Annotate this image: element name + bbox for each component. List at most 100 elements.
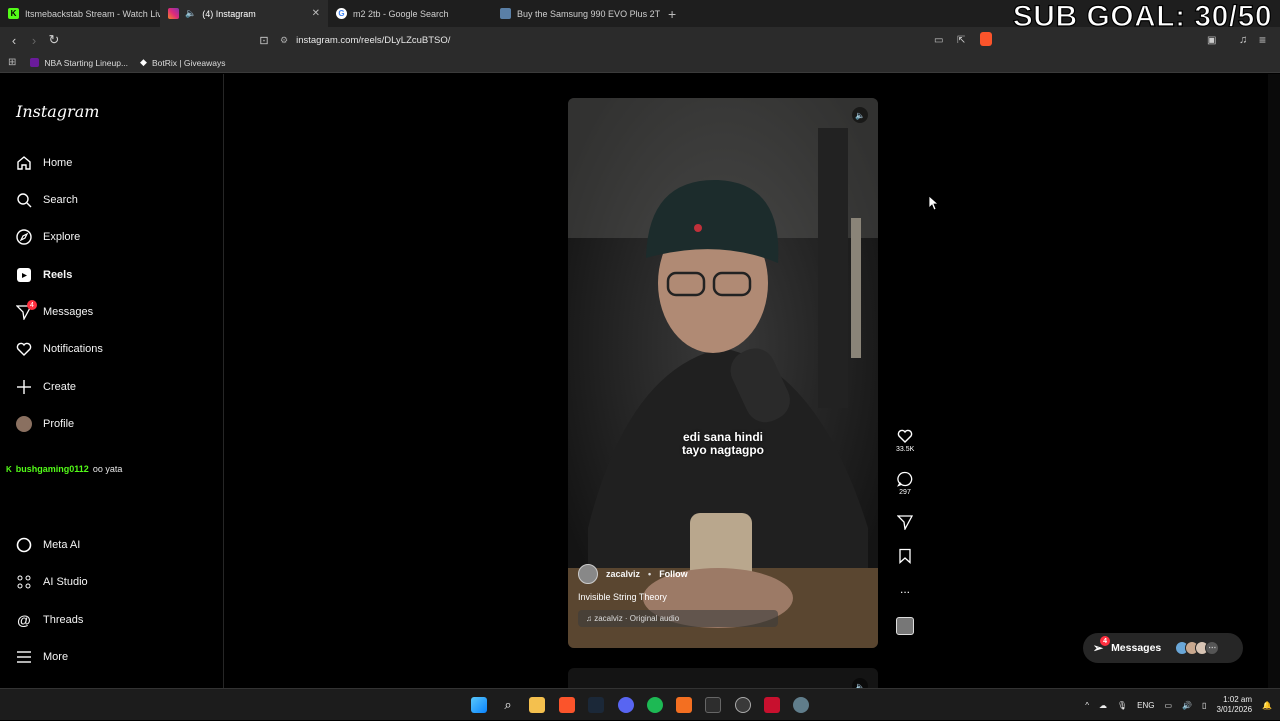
tab-label: m2 2tb - Google Search [353,8,449,19]
system-tray: ^ ☁ 🎙 ENG ▭ 🔊 ▯ 1:02 am 3/01/2026 🔔 [1085,689,1272,721]
botrix-favicon: ◆ [140,57,147,67]
discord-icon[interactable] [618,697,634,713]
search-icon [16,192,32,208]
tab-google-search[interactable]: G m2 2tb - Google Search [328,0,492,27]
obs-icon[interactable] [735,697,751,713]
google-icon: G [336,8,347,19]
reels-icon [16,267,32,283]
avatar[interactable] [578,564,598,584]
stream-chat-message: K bushgaming0112 oo yata [6,464,122,474]
bookmark-nba[interactable]: NBA Starting Lineup... [30,58,128,68]
new-tab-button[interactable]: + [660,6,684,22]
kick-icon: K [6,464,12,474]
reload-icon[interactable]: ↻ [44,32,64,48]
messages-popup-button[interactable]: ➢ 4 Messages ⋯ [1083,633,1243,663]
sidebar-item-home[interactable]: Home [16,155,72,171]
sidebar-item-more[interactable]: More [16,649,68,665]
sidebar-item-label: Messages [43,306,94,318]
share-button[interactable] [896,514,914,532]
sidebar-item-profile[interactable]: Profile [16,416,74,432]
app-icon[interactable] [676,697,692,713]
tab-kick-stream[interactable]: K Itsmebackstab Stream - Watch Live o [0,0,160,27]
follow-button[interactable]: Follow [659,569,688,579]
messages-label: Messages [1111,642,1162,654]
sidebar-toggle-icon[interactable]: ▣ [1207,35,1216,46]
onedrive-icon[interactable]: ☁ [1099,701,1107,710]
start-icon[interactable] [471,697,487,713]
instagram-logo[interactable]: Instagram [16,102,99,121]
reel-info: zacalviz • Follow Invisible String Theor… [578,564,868,627]
scrollbar[interactable] [1268,74,1280,688]
ai-studio-icon [16,574,32,590]
sidebar-item-meta-ai[interactable]: Meta AI [16,537,80,553]
sidebar-item-ai-studio[interactable]: AI Studio [16,574,88,590]
brave-icon[interactable] [559,697,575,713]
microphone-icon[interactable]: 🎙 [1117,701,1127,710]
sidebar-item-explore[interactable]: Explore [16,229,80,245]
bookmark-botrix[interactable]: ◆ BotRix | Giveaways [140,57,225,68]
audio-thumbnail[interactable] [896,617,914,635]
chat-username: bushgaming0112 [15,464,89,474]
more-options-button[interactable]: ... [896,582,914,596]
cursor-icon [929,196,939,210]
clock-time: 1:02 am [1223,695,1253,704]
sidebar-item-search[interactable]: Search [16,192,78,208]
battery-icon[interactable]: ▯ [1202,701,1206,710]
comment-icon [897,471,913,487]
tab-samsung[interactable]: Buy the Samsung 990 EVO Plus 2TB [492,0,660,27]
settings-icon[interactable] [793,697,809,713]
volume-icon[interactable]: 🔊 [1182,701,1192,710]
tab-instagram[interactable]: 🔈 (4) Instagram ✕ [160,0,328,27]
sidebar-item-messages[interactable]: 4 Messages [16,300,94,320]
reel-video[interactable]: 🔈 edi sana hindi tayo nagtagpo zacalviz … [568,98,878,648]
chevron-up-icon[interactable]: ^ [1085,701,1089,710]
language-indicator[interactable]: ENG [1137,701,1154,710]
bookmark-label: NBA Starting Lineup... [44,57,129,68]
close-icon[interactable]: ✕ [312,8,320,19]
url-field[interactable]: ⚙ instagram.com/reels/DLyLZcuBTSO/ [280,30,1000,50]
spotify-icon[interactable] [647,697,663,713]
site-info-icon[interactable]: ⚙ [280,35,288,46]
sidebar-item-label: AI Studio [43,576,88,588]
audio-label: zacalviz · Original audio [594,614,680,623]
sidebar-item-label: Search [43,194,78,206]
cast-icon[interactable]: ▭ [934,35,943,46]
comment-button[interactable]: 297 [896,471,914,496]
forward-icon[interactable]: › [24,33,44,48]
like-button[interactable]: 33.5K [896,428,914,453]
sidebar-item-threads[interactable]: @ Threads [16,612,83,628]
speaker-icon[interactable]: 🔈 [185,8,196,19]
back-icon[interactable]: ‹ [4,33,24,48]
apps-grid-icon[interactable]: ⊞ [8,57,16,68]
sidebar-item-create[interactable]: Create [16,379,76,395]
notifications-icon[interactable]: 🔔 [1262,701,1272,710]
sidebar-item-reels[interactable]: Reels [16,267,72,283]
search-icon[interactable]: ⌕ [500,697,516,713]
next-reel-preview[interactable] [568,668,878,690]
save-button[interactable] [896,548,914,566]
author-name[interactable]: zacalviz [606,569,640,579]
share-icon[interactable]: ⇱ [957,35,965,46]
clock[interactable]: 1:02 am 3/01/2026 [1216,695,1252,715]
windows-taskbar: ⌕ ^ ☁ 🎙 ENG ▭ 🔊 ▯ 1:02 am 3/01/2026 🔔 [0,688,1280,720]
separator: • [648,569,652,579]
audio-link[interactable]: ♫ zacalviz · Original audio [578,610,778,627]
kick-icon: K [8,8,19,19]
bookmark-icon[interactable]: ⊡ [254,34,274,47]
sidebar-item-label: More [43,651,69,663]
bookmark-icon [899,548,911,564]
brave-shield-icon[interactable] [980,32,992,46]
sidebar-item-label: Explore [43,231,81,243]
sidebar-item-notifications[interactable]: Notifications [16,341,103,357]
terminal-icon[interactable] [705,697,721,713]
music-icon[interactable]: ♫ [1239,34,1247,46]
menu-icon[interactable]: ≡ [1259,33,1266,47]
network-icon[interactable]: ▭ [1165,701,1173,710]
app-icon[interactable] [764,697,780,713]
more-avatars-icon: ⋯ [1205,641,1220,655]
speaker-icon[interactable]: 🔈 [852,107,868,123]
file-explorer-icon[interactable] [529,697,545,713]
reel-author-row: zacalviz • Follow [578,564,868,584]
steam-icon[interactable] [588,697,604,713]
home-icon [16,155,32,171]
